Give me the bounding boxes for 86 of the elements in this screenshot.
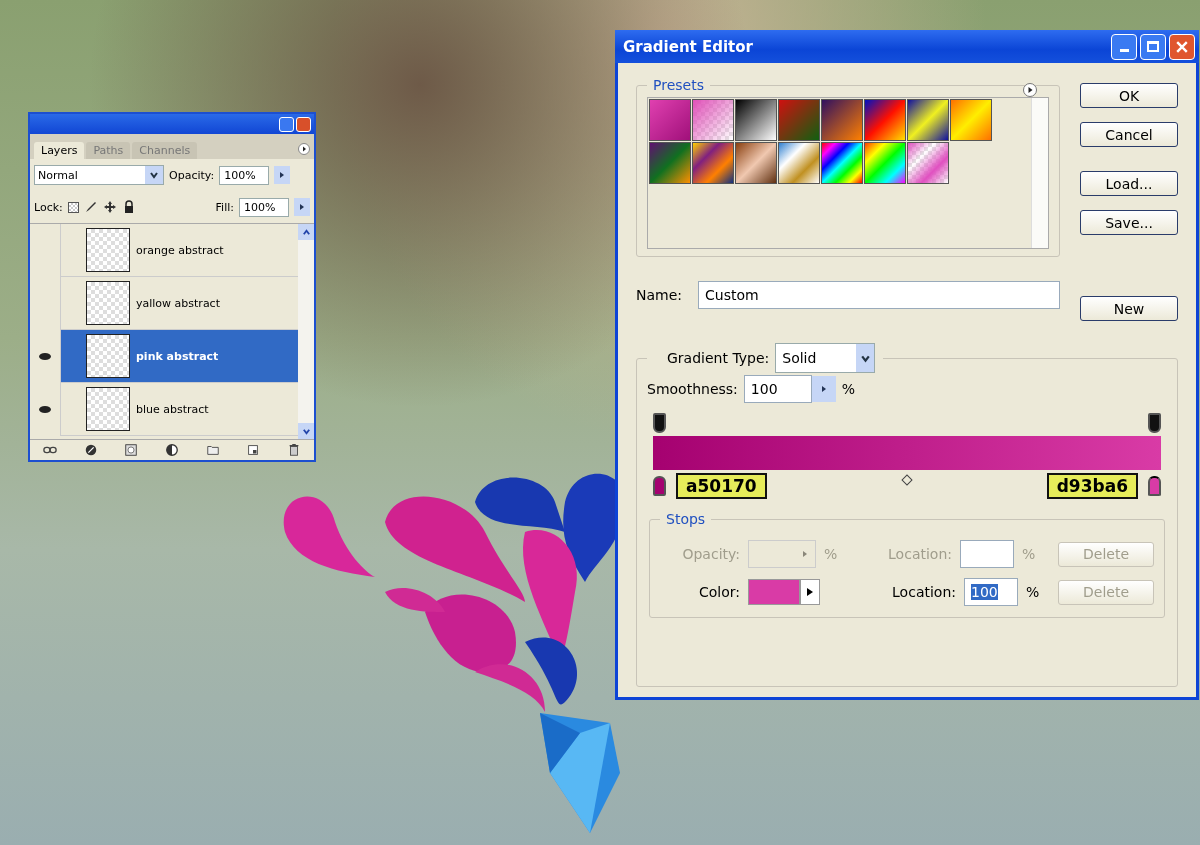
location-field[interactable]: 100 (964, 578, 1018, 606)
dialog-button[interactable]: OK (1080, 83, 1178, 108)
arrow-right-icon (298, 203, 306, 211)
scrollbar[interactable] (298, 224, 314, 439)
color-code-callout: d93ba6 (1046, 473, 1138, 499)
dialog-button[interactable]: Cancel (1080, 122, 1178, 147)
chevron-down-icon[interactable] (301, 426, 311, 436)
opacity-stop[interactable] (1148, 413, 1161, 433)
layer-name: pink abstract (136, 349, 219, 363)
smoothness-label: Smoothness: (647, 381, 738, 397)
adjustment-layer-icon[interactable] (164, 443, 179, 457)
color-code-callout: a50170 (676, 473, 767, 499)
gradient-preset[interactable] (907, 99, 949, 141)
opacity-stop[interactable] (653, 413, 666, 433)
layer-name: orange abstract (136, 243, 224, 257)
percent-label: % (1026, 584, 1041, 600)
layer-name: blue abstract (136, 402, 209, 416)
layer-row[interactable]: orange abstract (61, 224, 298, 277)
layer-thumbnail (86, 334, 130, 378)
minimize-button[interactable] (279, 116, 294, 132)
dialog-button[interactable]: Load... (1080, 171, 1178, 196)
gradient-preset[interactable] (950, 99, 992, 141)
group-title: Presets (652, 77, 705, 93)
close-icon (1176, 40, 1188, 53)
percent-label: % (824, 546, 839, 562)
scrollbar[interactable] (1031, 98, 1048, 248)
gradient-preset[interactable] (778, 142, 820, 184)
chevron-down-icon (149, 170, 159, 180)
dialog-button[interactable]: Save... (1080, 210, 1178, 235)
stop-label: Color: (697, 584, 740, 600)
new-button[interactable]: New (1080, 296, 1178, 321)
opacity-field[interactable]: 100% (219, 165, 270, 185)
layer-name: yallow abstract (136, 296, 220, 310)
percent-label: % (841, 381, 856, 397)
layer-thumbnail (86, 228, 130, 272)
fill-slider-button[interactable] (294, 198, 310, 216)
opacity-slider-button[interactable] (274, 166, 291, 184)
color-stop[interactable] (1148, 476, 1161, 496)
stop-label: Opacity: (681, 546, 740, 562)
gradient-preset[interactable] (821, 142, 863, 184)
color-stop[interactable] (653, 476, 666, 496)
minimize-button[interactable] (1111, 33, 1137, 60)
gradient-preset[interactable] (692, 99, 734, 141)
location-label: Location: (891, 584, 956, 600)
gradient-preset[interactable] (864, 99, 906, 141)
arrow-right-icon (805, 587, 815, 597)
fill-field[interactable]: 100% (239, 197, 289, 217)
close-button[interactable] (296, 116, 311, 132)
layer-thumbnail (86, 387, 130, 431)
layer-row[interactable]: pink abstract (61, 330, 298, 383)
smoothness-slider-button[interactable] (811, 376, 836, 402)
window-title: Gradient Editor (623, 37, 754, 56)
name-field[interactable]: Custom (698, 281, 1060, 309)
percent-label: % (1022, 546, 1037, 562)
color-swatch[interactable] (748, 579, 800, 605)
gradient-type-dropdown[interactable]: Solid (775, 343, 876, 373)
move-icon[interactable] (102, 200, 117, 214)
layer-thumbnail (86, 281, 130, 325)
mask-icon[interactable] (124, 443, 139, 457)
gradient-preset[interactable] (735, 99, 777, 141)
new-layer-icon[interactable] (246, 443, 261, 457)
blend-mode-dropdown[interactable]: Normal (34, 165, 164, 185)
lock-label: Lock: (34, 200, 63, 214)
gradient-preset[interactable] (864, 142, 906, 184)
folder-icon[interactable] (205, 443, 220, 457)
maximize-button[interactable] (1140, 33, 1166, 60)
brush-icon[interactable] (83, 200, 98, 214)
name-label: Name: (636, 287, 683, 303)
layer-style-icon[interactable] (83, 443, 98, 457)
panel-menu-icon[interactable] (298, 143, 310, 155)
close-button[interactable] (1169, 33, 1195, 60)
gradient-preset[interactable] (907, 142, 949, 184)
opacity-label: Opacity: (169, 168, 215, 182)
group-title: Stops (665, 511, 707, 527)
presets-menu-icon[interactable] (1023, 83, 1037, 97)
location-label: Location: (887, 546, 952, 562)
slider-arrow-icon (801, 550, 809, 558)
color-menu-button[interactable] (800, 579, 820, 605)
layer-row[interactable]: blue abstract (61, 383, 298, 436)
smoothness-field[interactable]: 100 (743, 375, 812, 403)
chevron-up-icon[interactable] (301, 227, 311, 237)
lock-transparency-icon[interactable] (67, 201, 79, 213)
arrow-right-icon (819, 385, 828, 393)
panel-tab[interactable]: Layers (34, 142, 85, 159)
fill-label: Fill: (215, 200, 234, 214)
gradient-type-label: Gradient Type: (667, 350, 770, 366)
